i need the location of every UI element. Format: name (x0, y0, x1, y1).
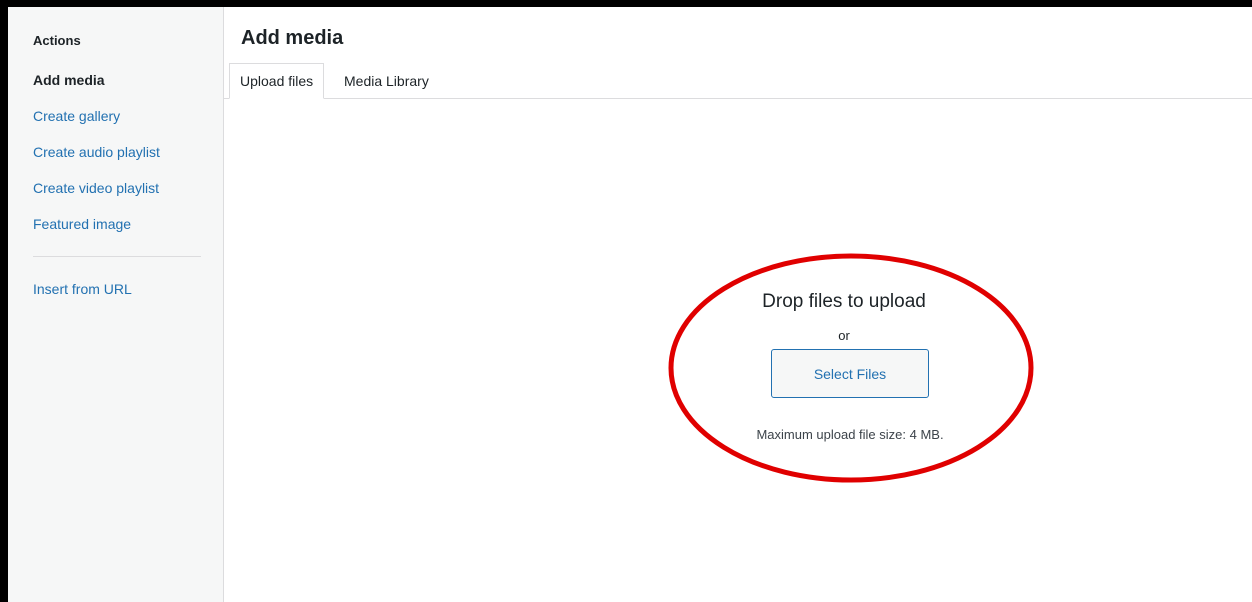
select-files-button[interactable]: Select Files (771, 349, 929, 398)
sidebar-item-create-video-playlist[interactable]: Create video playlist (33, 178, 159, 198)
sidebar-item-create-gallery[interactable]: Create gallery (33, 106, 120, 126)
or-text: or (838, 328, 850, 343)
upload-drop-zone[interactable]: Drop files to upload or Select Files Max… (224, 99, 1252, 602)
media-main: Add media Upload files Media Library Dro… (224, 7, 1252, 602)
tab-media-library[interactable]: Media Library (334, 63, 439, 99)
sidebar-item-featured-image[interactable]: Featured image (33, 214, 131, 234)
page-title: Add media (241, 27, 344, 49)
sidebar-item-insert-from-url[interactable]: Insert from URL (33, 279, 132, 299)
tab-upload-files[interactable]: Upload files (229, 63, 325, 99)
sidebar-heading: Actions (33, 33, 81, 48)
media-sidebar: Actions Add media Create gallery Create … (8, 7, 224, 602)
sidebar-item-add-media[interactable]: Add media (33, 70, 105, 90)
max-upload-size-text: Maximum upload file size: 4 MB. (756, 427, 944, 442)
drop-files-text: Drop files to upload (762, 291, 926, 312)
sidebar-separator (33, 256, 201, 257)
media-modal: Actions Add media Create gallery Create … (8, 7, 1252, 602)
sidebar-item-create-audio-playlist[interactable]: Create audio playlist (33, 142, 160, 162)
